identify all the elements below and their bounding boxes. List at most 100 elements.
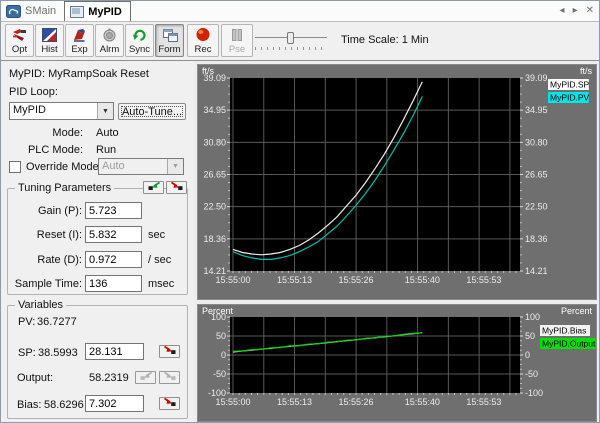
override-mode-select[interactable]: Auto ▼	[98, 158, 184, 175]
svg-text:15:55:53: 15:55:53	[466, 275, 501, 285]
pv-label: PV:	[18, 316, 36, 328]
time-scale-label: Time Scale: 1 Min	[341, 34, 429, 46]
svg-text:39.09: 39.09	[525, 73, 548, 83]
svg-text:ft/s: ft/s	[580, 66, 593, 76]
tuning-row-label: Sample Time:	[14, 278, 82, 290]
tuning-input-3[interactable]	[85, 251, 142, 268]
trend-chart-percent-svg: Percent Percent100 10050 500 0-50 -50-100 -100…	[198, 305, 596, 421]
tab-scroll-right-icon[interactable]: ▸	[573, 5, 578, 17]
svg-text:15:55:13: 15:55:13	[277, 275, 312, 285]
tab-smain[interactable]: SMain	[1, 1, 64, 21]
trend-charts-area: ft/s ft/s 39.09 39.09 34.95 34.95 30.80 30.80 26…	[194, 61, 599, 422]
toolbar-button-exp[interactable]: Exp	[65, 24, 94, 57]
main-area: MyPID: MyRampSoak Reset PID Loop: MyPID …	[1, 60, 599, 422]
alarm-icon	[102, 27, 117, 42]
toolbar-button-hist[interactable]: Hist	[35, 24, 64, 57]
history-icon	[42, 27, 57, 42]
tab-label: SMain	[25, 5, 57, 17]
sp-input[interactable]	[85, 343, 144, 360]
tab-mypid[interactable]: MyPID	[64, 1, 131, 21]
tab-close-icon[interactable]: ✕	[586, 5, 594, 17]
tuning-row-unit: / sec	[148, 254, 172, 266]
sync-icon	[132, 27, 147, 42]
export-icon	[72, 27, 87, 42]
override-mode-checkbox[interactable]	[9, 161, 21, 173]
tuning-row-unit: sec	[148, 229, 166, 241]
svg-text:50: 50	[216, 331, 226, 341]
bias-value: 58.6296	[44, 399, 84, 411]
svg-text:15:55:00: 15:55:00	[215, 275, 250, 285]
tuning-input-2[interactable]	[85, 226, 142, 243]
svg-text:MyPID.Bias: MyPID.Bias	[542, 326, 586, 336]
toolbar-button-opt[interactable]: Opt	[5, 24, 34, 57]
toolbar-button-label: Opt	[11, 44, 28, 55]
sp-write-button[interactable]	[159, 345, 180, 358]
pause-icon	[230, 27, 244, 42]
bias-input[interactable]	[85, 395, 144, 412]
svg-text:39.09: 39.09	[203, 73, 226, 83]
svg-text:MyPID.SP: MyPID.SP	[550, 80, 590, 90]
write-to-plc-icon-disabled	[163, 371, 177, 384]
tab-label: MyPID	[88, 5, 122, 18]
output-label: Output:	[17, 372, 54, 384]
loop-header: MyPID: MyRampSoak Reset	[9, 68, 149, 80]
svg-text:34.95: 34.95	[203, 105, 226, 115]
pid-control-panel: MyPID: MyRampSoak Reset PID Loop: MyPID …	[1, 61, 194, 422]
output-read-button[interactable]	[135, 371, 156, 384]
time-scale-slider[interactable]	[255, 31, 327, 51]
toolbar-button-sync[interactable]: Sync	[125, 24, 154, 57]
tuning-row-unit: msec	[148, 278, 175, 290]
time-scale-slider-thumb[interactable]	[287, 32, 294, 44]
tuning-input-4[interactable]	[85, 275, 142, 292]
tuning-input-1[interactable]	[85, 202, 142, 219]
tuning-row-label: Gain (P):	[37, 205, 82, 217]
record-button-label: Rec	[194, 44, 212, 55]
form-icon	[162, 27, 178, 42]
chevron-down-icon: ▼	[167, 159, 183, 174]
svg-text:18.36: 18.36	[525, 234, 548, 244]
write-to-plc-icon	[163, 345, 177, 358]
svg-text:0: 0	[525, 350, 530, 360]
smain-tab-icon	[6, 4, 21, 19]
svg-text:15:55:26: 15:55:26	[339, 397, 374, 407]
toolbar-button-form[interactable]: Form	[155, 24, 184, 57]
toolbar-button-alrm[interactable]: Alrm	[95, 24, 124, 57]
auto-tune-button[interactable]: Auto-Tune...	[118, 103, 186, 120]
trend-chart-percent: Percent Percent 100 100 50 50 0 0 -50 -50 -100 -100…	[197, 304, 597, 422]
override-mode-label: Override Mode	[26, 161, 99, 173]
record-button[interactable]: Rec	[187, 24, 219, 57]
output-write-button[interactable]	[159, 371, 180, 384]
bias-write-button[interactable]	[159, 397, 180, 410]
options-icon	[12, 27, 27, 42]
svg-text:50: 50	[525, 331, 535, 341]
svg-text:MyPID.PV: MyPID.PV	[550, 93, 590, 103]
pause-button-label: Pse	[228, 44, 246, 55]
toolbar-button-label: Sync	[128, 44, 151, 55]
sp-label: SP:	[18, 347, 36, 359]
svg-text:100: 100	[525, 312, 540, 322]
tuning-read-button[interactable]	[143, 181, 164, 194]
svg-text:34.95: 34.95	[525, 105, 548, 115]
svg-text:15:55:26: 15:55:26	[339, 275, 374, 285]
tab-scroll-left-icon[interactable]: ◂	[560, 5, 565, 17]
svg-text:-50: -50	[213, 369, 226, 379]
svg-text:15:55:53: 15:55:53	[466, 397, 501, 407]
pause-button[interactable]: Pse	[221, 24, 253, 57]
toolbar: Opt Hist Exp Alrm Sync Form Rec Pse Time Scal…	[1, 22, 599, 60]
tuning-row-label: Rate (D):	[37, 254, 82, 266]
focus-rect	[121, 106, 183, 117]
trend-chart-primary: ft/s ft/s 39.09 39.09 34.95 34.95 30.80 30.80 26…	[197, 64, 597, 300]
override-mode-selected-value: Auto	[102, 160, 125, 172]
time-scale-slider-ticks	[255, 47, 327, 50]
svg-text:-100: -100	[525, 388, 543, 398]
svg-text:15:55:40: 15:55:40	[405, 275, 440, 285]
tuning-write-button[interactable]	[166, 181, 187, 194]
trend-chart-primary-svg: ft/s ft/s39.09 39.0934.95 34.9530.80 30.8026…	[198, 65, 596, 299]
pid-loop-select[interactable]: MyPID ▼	[9, 102, 114, 120]
record-icon	[195, 27, 211, 42]
chevron-down-icon[interactable]: ▼	[97, 103, 113, 119]
bias-label: Bias:	[17, 399, 42, 411]
svg-text:15:55:13: 15:55:13	[277, 397, 312, 407]
pid-loop-selected-value: MyPID	[13, 104, 46, 116]
svg-text:Percent: Percent	[561, 306, 593, 316]
